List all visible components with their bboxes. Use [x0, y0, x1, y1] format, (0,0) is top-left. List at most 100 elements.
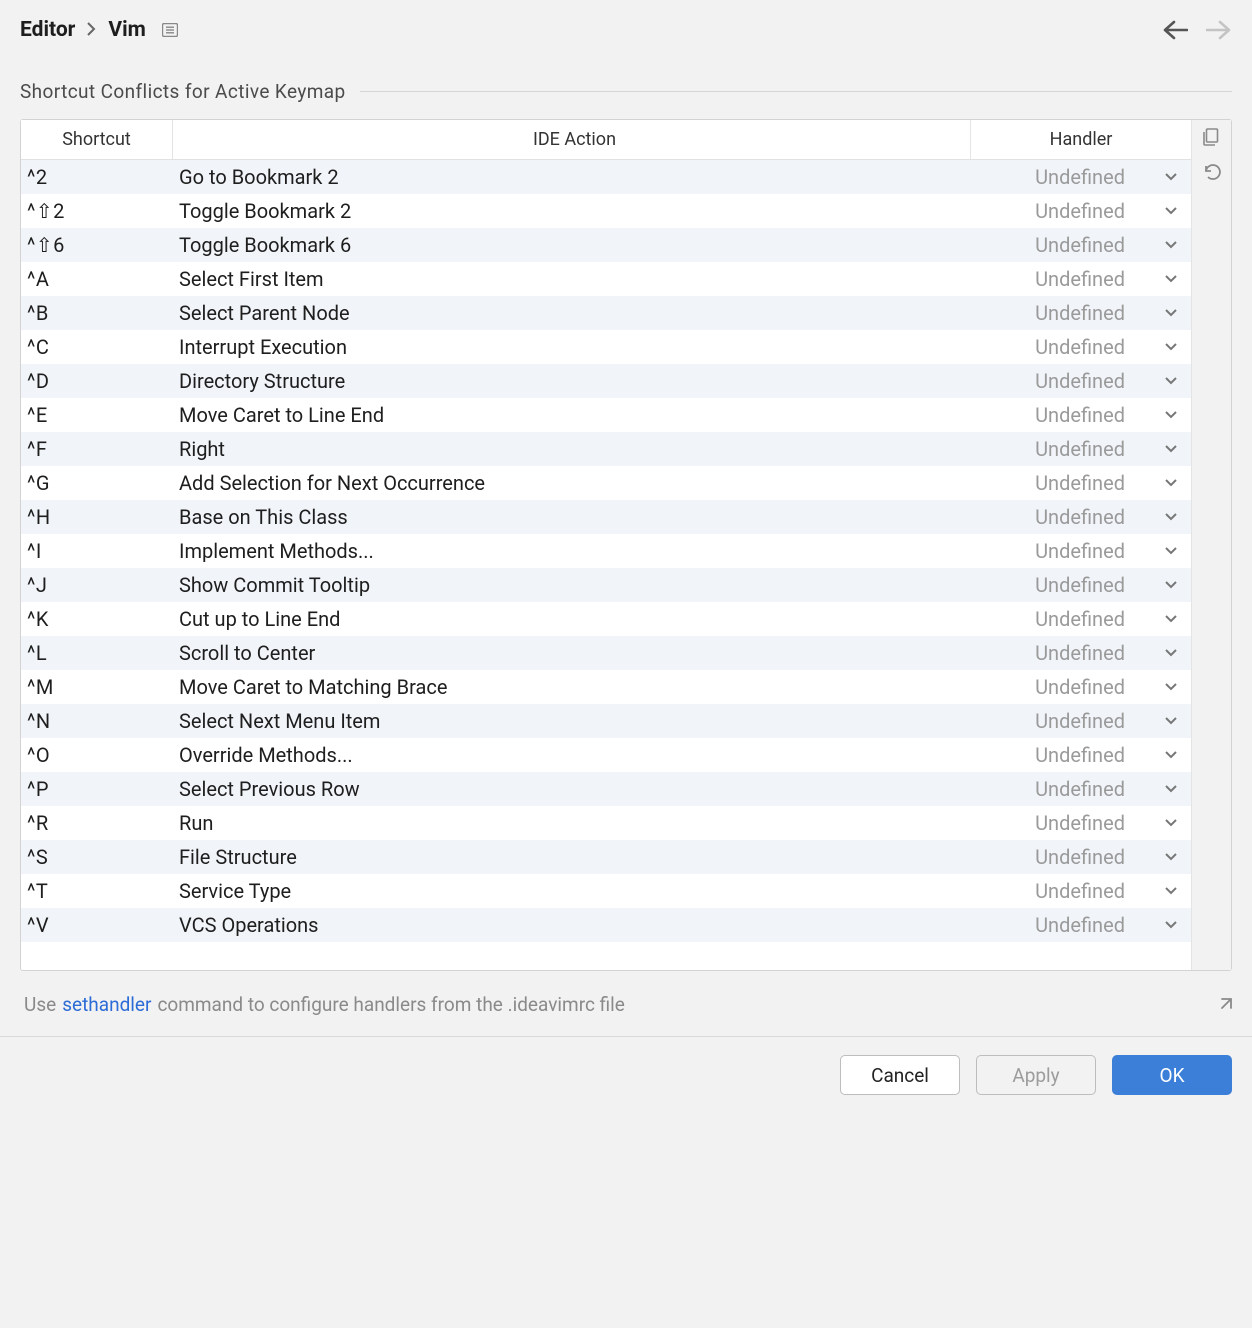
cell-action: File Structure [173, 845, 971, 869]
cancel-button[interactable]: Cancel [840, 1055, 960, 1095]
cell-shortcut: ^K [21, 607, 173, 631]
table-row[interactable]: ^PSelect Previous RowUndefined [21, 772, 1191, 806]
table-row[interactable]: ^VVCS OperationsUndefined [21, 908, 1191, 942]
cell-handler-dropdown[interactable]: Undefined [971, 301, 1191, 325]
cell-handler-dropdown[interactable]: Undefined [971, 267, 1191, 291]
chevron-down-icon [1165, 309, 1177, 317]
handler-value: Undefined [1035, 675, 1125, 699]
table-row[interactable]: ^BSelect Parent NodeUndefined [21, 296, 1191, 330]
col-header-handler[interactable]: Handler [971, 120, 1191, 159]
forward-arrow-icon [1206, 20, 1232, 40]
table-row[interactable]: ^EMove Caret to Line EndUndefined [21, 398, 1191, 432]
handler-value: Undefined [1035, 777, 1125, 801]
cell-handler-dropdown[interactable]: Undefined [971, 743, 1191, 767]
table-row[interactable]: ^KCut up to Line End Undefined [21, 602, 1191, 636]
cell-handler-dropdown[interactable]: Undefined [971, 573, 1191, 597]
cell-shortcut: ^J [21, 573, 173, 597]
table-row[interactable]: ^CInterrupt ExecutionUndefined [21, 330, 1191, 364]
cell-handler-dropdown[interactable]: Undefined [971, 199, 1191, 223]
cell-handler-dropdown[interactable]: Undefined [971, 811, 1191, 835]
table-row[interactable]: ^FRightUndefined [21, 432, 1191, 466]
table-row[interactable]: ^⇧6Toggle Bookmark 6Undefined [21, 228, 1191, 262]
cell-action: Add Selection for Next Occurrence [173, 471, 971, 495]
back-arrow-icon[interactable] [1162, 20, 1188, 40]
cell-handler-dropdown[interactable]: Undefined [971, 675, 1191, 699]
dialog-button-bar: Cancel Apply OK [0, 1036, 1252, 1115]
cell-shortcut: ^N [21, 709, 173, 733]
chevron-down-icon [1165, 887, 1177, 895]
table-row[interactable]: ^JShow Commit TooltipUndefined [21, 568, 1191, 602]
cell-handler-dropdown[interactable]: Undefined [971, 879, 1191, 903]
chevron-down-icon [1165, 717, 1177, 725]
cell-action: Select First Item [173, 267, 971, 291]
cell-handler-dropdown[interactable]: Undefined [971, 913, 1191, 937]
table-row[interactable]: ^NSelect Next Menu ItemUndefined [21, 704, 1191, 738]
table-row[interactable]: ^LScroll to CenterUndefined [21, 636, 1191, 670]
table-row[interactable]: ^TService TypeUndefined [21, 874, 1191, 908]
col-header-action[interactable]: IDE Action [173, 120, 971, 159]
table-row[interactable]: ^MMove Caret to Matching BraceUndefined [21, 670, 1191, 704]
cell-handler-dropdown[interactable]: Undefined [971, 471, 1191, 495]
handler-value: Undefined [1035, 403, 1125, 427]
table-row[interactable]: ^IImplement Methods...Undefined [21, 534, 1191, 568]
cell-shortcut: ^⇧6 [21, 233, 173, 257]
chevron-right-icon [85, 20, 98, 41]
table-row[interactable]: ^⇧2Toggle Bookmark 2Undefined [21, 194, 1191, 228]
cell-handler-dropdown[interactable]: Undefined [971, 335, 1191, 359]
handler-value: Undefined [1035, 539, 1125, 563]
copy-icon[interactable] [1203, 128, 1221, 146]
table-row[interactable]: ^OOverride Methods...Undefined [21, 738, 1191, 772]
table-row[interactable]: ^DDirectory StructureUndefined [21, 364, 1191, 398]
cell-shortcut: ^A [21, 267, 173, 291]
cell-handler-dropdown[interactable]: Undefined [971, 437, 1191, 461]
handler-value: Undefined [1035, 471, 1125, 495]
chevron-down-icon [1165, 547, 1177, 555]
cell-handler-dropdown[interactable]: Undefined [971, 709, 1191, 733]
cell-action: Toggle Bookmark 6 [173, 233, 971, 257]
table-row[interactable]: ^GAdd Selection for Next OccurrenceUndef… [21, 466, 1191, 500]
nav-arrows [1162, 20, 1232, 40]
cell-handler-dropdown[interactable]: Undefined [971, 539, 1191, 563]
cell-handler-dropdown[interactable]: Undefined [971, 845, 1191, 869]
handler-value: Undefined [1035, 573, 1125, 597]
chevron-down-icon [1165, 683, 1177, 691]
table-row[interactable]: ^HBase on This ClassUndefined [21, 500, 1191, 534]
undo-icon[interactable] [1202, 162, 1222, 182]
ok-button[interactable]: OK [1112, 1055, 1232, 1095]
table-row[interactable]: ^SFile StructureUndefined [21, 840, 1191, 874]
handler-value: Undefined [1035, 811, 1125, 835]
cell-handler-dropdown[interactable]: Undefined [971, 369, 1191, 393]
handler-value: Undefined [1035, 607, 1125, 631]
cell-action: Right [173, 437, 971, 461]
breadcrumb-leaf: Vim [108, 18, 145, 42]
cell-action: Select Next Menu Item [173, 709, 971, 733]
cell-action: Base on This Class [173, 505, 971, 529]
col-header-shortcut[interactable]: Shortcut [21, 120, 173, 159]
cell-handler-dropdown[interactable]: Undefined [971, 403, 1191, 427]
section-title: Shortcut Conflicts for Active Keymap [20, 80, 346, 103]
breadcrumb-parent[interactable]: Editor [20, 18, 75, 42]
handler-value: Undefined [1035, 335, 1125, 359]
collapse-icon[interactable] [162, 23, 178, 37]
table-row[interactable]: ^2Go to Bookmark 2Undefined [21, 160, 1191, 194]
cell-handler-dropdown[interactable]: Undefined [971, 607, 1191, 631]
cell-action: Cut up to Line End [173, 607, 971, 631]
table-row[interactable]: ^RRunUndefined [21, 806, 1191, 840]
cell-action: Directory Structure [173, 369, 971, 393]
table-gutter [1191, 120, 1231, 970]
cell-action: Move Caret to Line End [173, 403, 971, 427]
cell-handler-dropdown[interactable]: Undefined [971, 165, 1191, 189]
cell-handler-dropdown[interactable]: Undefined [971, 233, 1191, 257]
cell-action: Run [173, 811, 971, 835]
cell-handler-dropdown[interactable]: Undefined [971, 505, 1191, 529]
chevron-down-icon [1165, 819, 1177, 827]
handler-value: Undefined [1035, 743, 1125, 767]
cell-handler-dropdown[interactable]: Undefined [971, 641, 1191, 665]
table-row[interactable]: ^ASelect First ItemUndefined [21, 262, 1191, 296]
cell-shortcut: ^O [21, 743, 173, 767]
sethandler-link[interactable]: sethandler [62, 993, 151, 1016]
cell-handler-dropdown[interactable]: Undefined [971, 777, 1191, 801]
chevron-down-icon [1165, 649, 1177, 657]
hint-suffix: command to configure handlers from the .… [157, 993, 624, 1016]
external-link-icon[interactable] [1218, 998, 1232, 1012]
